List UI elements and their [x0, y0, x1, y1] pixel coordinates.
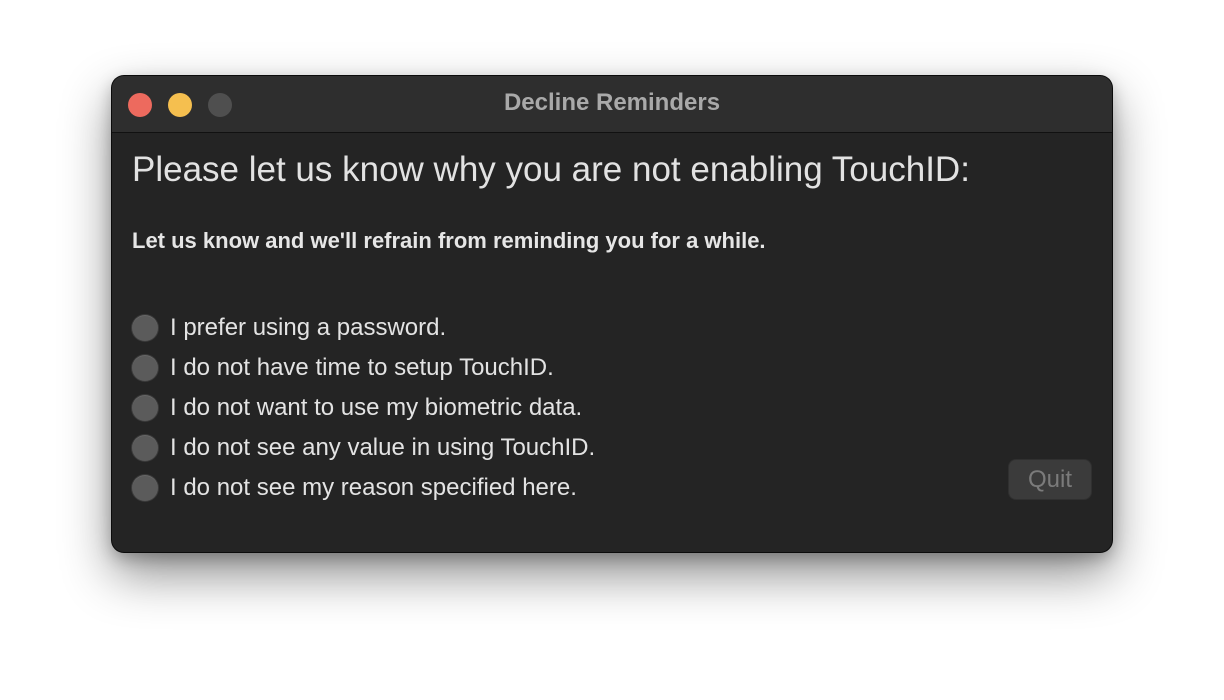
radio-button[interactable] [132, 475, 158, 501]
page-subheading: Let us know and we'll refrain from remin… [132, 228, 766, 253]
option-label[interactable]: I prefer using a password. [170, 314, 446, 342]
decline-reminders-window: Decline Reminders Please let us know why… [112, 76, 1112, 552]
decline-reason-options: I prefer using a password. I do not have… [132, 308, 595, 508]
option-label[interactable]: I do not see any value in using TouchID. [170, 434, 595, 462]
quit-button[interactable]: Quit [1009, 460, 1091, 499]
option-label[interactable]: I do not have time to setup TouchID. [170, 354, 554, 382]
option-prefer-password[interactable]: I prefer using a password. [132, 308, 595, 348]
option-label[interactable]: I do not see my reason specified here. [170, 474, 577, 502]
radio-button[interactable] [132, 355, 158, 381]
radio-button[interactable] [132, 395, 158, 421]
option-no-biometric-data[interactable]: I do not want to use my biometric data. [132, 388, 595, 428]
page-heading: Please let us know why you are not enabl… [132, 150, 970, 189]
title-bar[interactable]: Decline Reminders [112, 76, 1112, 133]
option-label[interactable]: I do not want to use my biometric data. [170, 394, 582, 422]
window-title: Decline Reminders [503, 89, 721, 116]
option-other-reason[interactable]: I do not see my reason specified here. [132, 468, 595, 508]
radio-button[interactable] [132, 435, 158, 461]
option-no-value[interactable]: I do not see any value in using TouchID. [132, 428, 595, 468]
option-no-time[interactable]: I do not have time to setup TouchID. [132, 348, 595, 388]
radio-button[interactable] [132, 315, 158, 341]
